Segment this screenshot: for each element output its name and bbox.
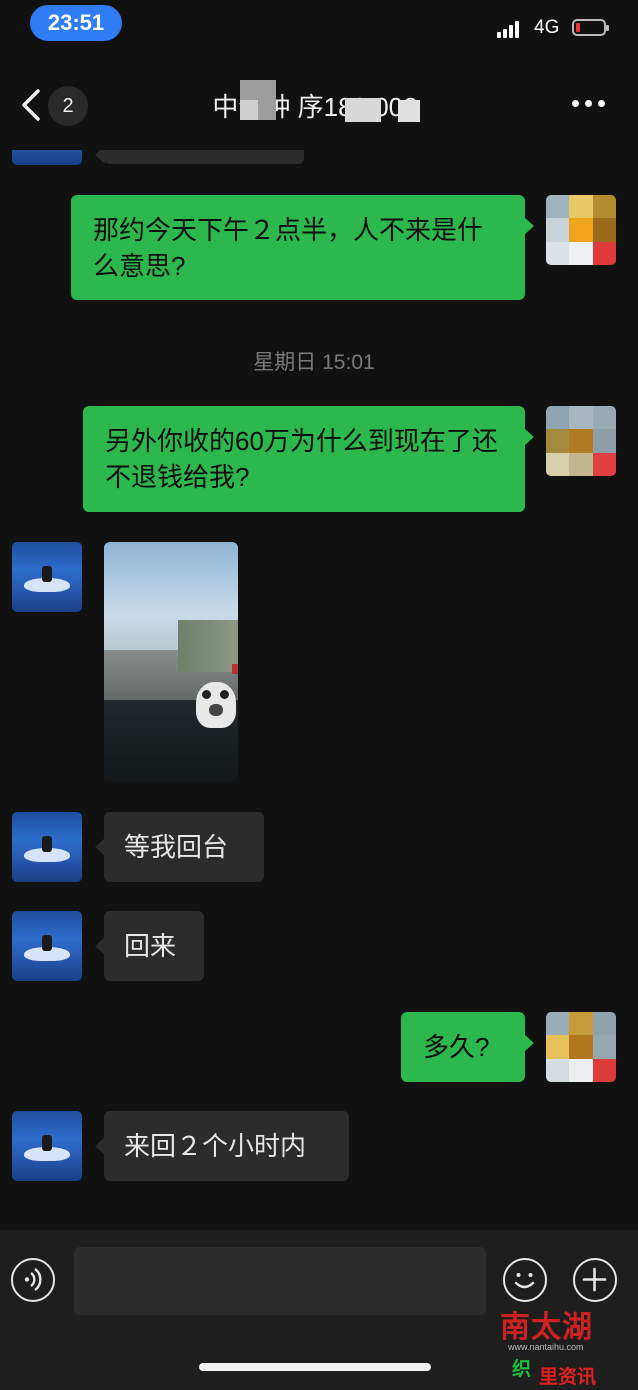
message-bubble-incoming[interactable]: 等我回台 [95,812,264,882]
plus-icon[interactable] [573,1258,617,1302]
status-time[interactable]: 23:51 [30,5,122,41]
contact-avatar[interactable] [12,911,82,981]
privacy-mosaic [345,98,381,122]
chevron-left-icon[interactable] [18,87,48,123]
message-bubble-outgoing[interactable]: 多久? [401,1012,534,1082]
contact-avatar[interactable] [12,812,82,882]
my-avatar[interactable] [546,1012,616,1082]
message-input[interactable] [74,1247,486,1315]
photo-message[interactable] [104,542,238,782]
watermark-logo: 南太湖 [500,1310,593,1345]
message-text: 来回２个小时内 [124,1131,307,1161]
contact-avatar[interactable] [12,1111,82,1181]
watermark-subtitle-a: 织 [512,1359,532,1380]
message-text: 另外你收的60万为什么到现在了还不退钱给我? [105,426,498,492]
unread-count-badge[interactable]: 2 [48,86,88,126]
battery-icon [572,19,609,36]
privacy-mosaic [240,80,276,120]
message-bubble-outgoing[interactable]: 另外你收的60万为什么到现在了还不退钱给我? [83,406,534,512]
watermark: 南太湖 www.nantaihu.com 织 里资讯 [488,1302,633,1388]
message-bubble-incoming[interactable]: 来回２个小时内 [95,1111,349,1181]
message-bubble-incoming[interactable]: 回来 [95,911,204,981]
contact-avatar[interactable] [12,542,82,612]
voice-icon[interactable] [11,1258,55,1302]
signal-icon [497,20,523,38]
message-text: 回来 [124,931,177,961]
watermark-url: www.nantaihu.com [508,1342,584,1352]
more-icon[interactable] [572,100,606,108]
chat-title: 中介钟 ‍序183 002 [212,92,418,122]
watermark-subtitle-b: 里资讯 [539,1367,597,1388]
my-avatar[interactable] [546,406,616,476]
message-bubble-outgoing[interactable]: 那约今天下午２点半，人不来是什么意思? [71,195,534,300]
privacy-mosaic [398,100,420,122]
message-text: 那约今天下午２点半，人不来是什么意思? [93,215,484,281]
message-text: 等我回台 [124,832,229,862]
my-avatar[interactable] [546,195,616,265]
message-timestamp: 星期日 15:01 [253,351,375,374]
home-indicator[interactable] [199,1363,431,1371]
emoji-icon[interactable] [503,1258,547,1302]
network-type: 4G [534,17,560,38]
chat-area[interactable]: 那约今天下午２点半，人不来是什么意思? 星期日 15:01 另外你收的60万为什… [0,0,638,1230]
message-text: 多久? [423,1032,490,1062]
status-bar: 23:51 4G [0,0,638,50]
